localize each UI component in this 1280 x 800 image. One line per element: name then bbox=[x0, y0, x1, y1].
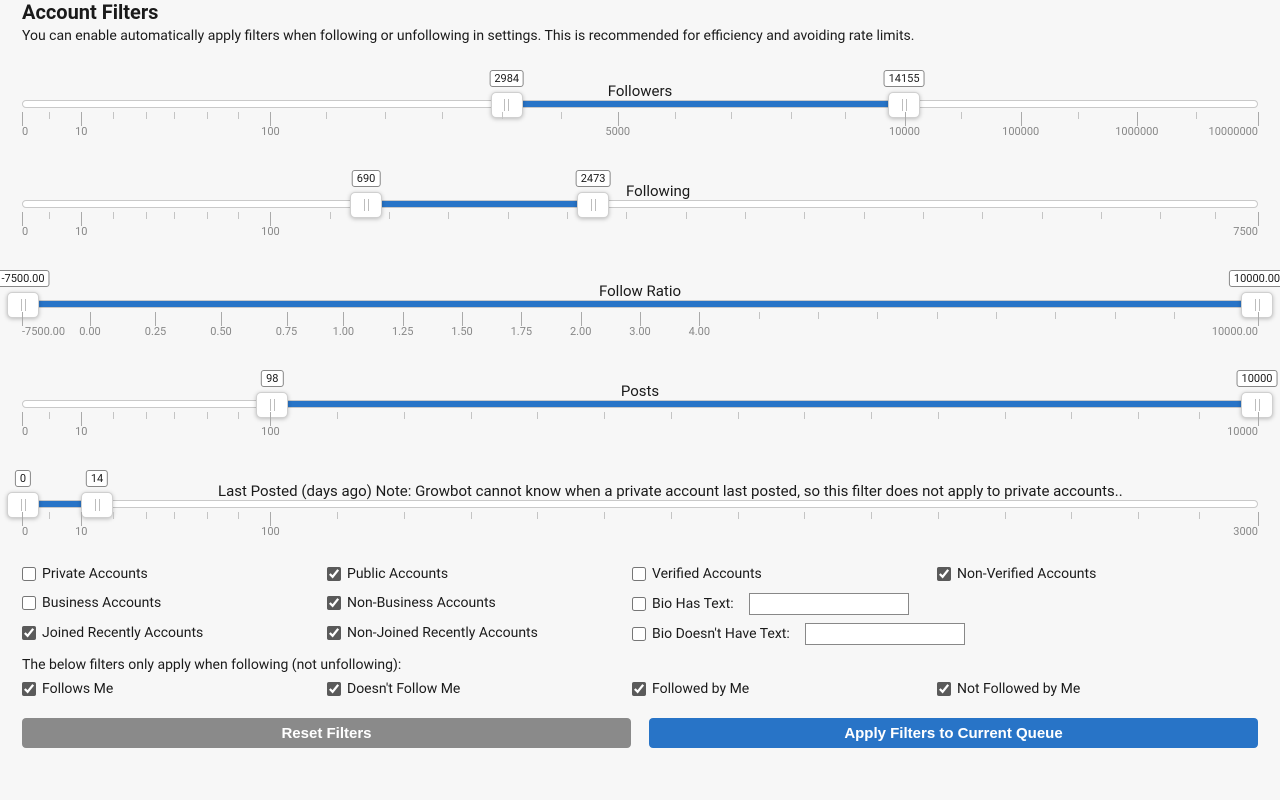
checkbox-followed-by-me-label: Followed by Me bbox=[652, 681, 749, 697]
slider-followRatio-label: Follow Ratio bbox=[599, 282, 681, 300]
checkbox-not-followed-by-me[interactable] bbox=[937, 682, 951, 696]
checkbox-non-business-label: Non-Business Accounts bbox=[347, 595, 496, 611]
slider-followRatio-ticks: -7500.000.000.250.500.751.001.251.501.75… bbox=[22, 312, 1258, 340]
slider-followers-value-low: 2984 bbox=[489, 70, 524, 87]
slider-followers-value-high: 14155 bbox=[884, 70, 925, 87]
slider-following-ticks: 0101007500 bbox=[22, 212, 1258, 240]
bio-lacks-input[interactable] bbox=[805, 623, 965, 645]
checkbox-grid: Private Accounts Public Accounts Verifie… bbox=[22, 562, 1258, 704]
slider-following-range bbox=[366, 201, 593, 207]
slider-followers: Followers2984141550101005000100001000001… bbox=[22, 62, 1258, 140]
checkbox-bio-has-label: Bio Has Text: bbox=[652, 596, 734, 612]
slider-posts-label: Posts bbox=[621, 382, 659, 400]
checkbox-business[interactable] bbox=[22, 596, 36, 610]
slider-followers-ticks: 010100500010000100000100000010000000 bbox=[22, 112, 1258, 140]
follow-note: The below filters only apply when follow… bbox=[22, 657, 1258, 673]
checkbox-verified[interactable] bbox=[632, 567, 646, 581]
checkbox-bio-lacks-label: Bio Doesn't Have Text: bbox=[652, 626, 790, 642]
checkbox-doesnt-follow-me[interactable] bbox=[327, 682, 341, 696]
page-description: You can enable automatically apply filte… bbox=[22, 28, 1258, 44]
slider-lastPosted-label: Last Posted (days ago) Note: Growbot can… bbox=[22, 482, 1123, 500]
checkbox-doesnt-follow-me-label: Doesn't Follow Me bbox=[347, 681, 460, 697]
checkbox-non-joined-recently[interactable] bbox=[327, 626, 341, 640]
checkbox-non-joined-recently-label: Non-Joined Recently Accounts bbox=[347, 625, 538, 641]
slider-posts-range bbox=[272, 401, 1257, 407]
apply-filters-button[interactable]: Apply Filters to Current Queue bbox=[649, 718, 1258, 748]
slider-followers-track[interactable]: 298414155 bbox=[22, 100, 1258, 108]
slider-followRatio-value-high: 10000.00 bbox=[1229, 270, 1280, 287]
checkbox-non-business[interactable] bbox=[327, 596, 341, 610]
slider-followRatio: Follow Ratio-7500.0010000.00 -7500.000.00… bbox=[22, 262, 1258, 340]
slider-followRatio-track[interactable]: -7500.0010000.00 bbox=[22, 300, 1258, 308]
checkbox-bio-has[interactable] bbox=[632, 597, 646, 611]
checkbox-joined-recently[interactable] bbox=[22, 626, 36, 640]
checkbox-bio-lacks[interactable] bbox=[632, 627, 646, 641]
slider-followers-label: Followers bbox=[608, 82, 673, 100]
slider-lastPosted-ticks: 0101003000 bbox=[22, 512, 1258, 540]
slider-lastPosted-value-low: 0 bbox=[15, 470, 31, 487]
slider-following-value-high: 2473 bbox=[576, 170, 611, 187]
slider-lastPosted-value-high: 14 bbox=[86, 470, 108, 487]
checkbox-private[interactable] bbox=[22, 567, 36, 581]
checkbox-public[interactable] bbox=[327, 567, 341, 581]
checkbox-not-followed-by-me-label: Not Followed by Me bbox=[957, 681, 1080, 697]
slider-posts-value-high: 10000 bbox=[1237, 370, 1278, 387]
checkbox-business-label: Business Accounts bbox=[42, 595, 161, 611]
slider-posts-track[interactable]: 9810000 bbox=[22, 400, 1258, 408]
checkbox-follows-me[interactable] bbox=[22, 682, 36, 696]
slider-followRatio-value-low: -7500.00 bbox=[0, 270, 50, 287]
slider-posts-ticks: 01010010000 bbox=[22, 412, 1258, 440]
slider-lastPosted-track[interactable]: 014 bbox=[22, 500, 1258, 508]
checkbox-non-verified[interactable] bbox=[937, 567, 951, 581]
checkbox-public-label: Public Accounts bbox=[347, 566, 448, 582]
checkbox-verified-label: Verified Accounts bbox=[652, 566, 762, 582]
checkbox-followed-by-me[interactable] bbox=[632, 682, 646, 696]
slider-following-value-low: 690 bbox=[352, 170, 381, 187]
page-title: Account Filters bbox=[22, 0, 1258, 24]
slider-following: Following69024730101007500 bbox=[22, 162, 1258, 240]
reset-filters-button[interactable]: Reset Filters bbox=[22, 718, 631, 748]
slider-followers-range bbox=[507, 101, 904, 107]
slider-posts-value-low: 98 bbox=[261, 370, 283, 387]
bio-has-input[interactable] bbox=[749, 593, 909, 615]
checkbox-follows-me-label: Follows Me bbox=[42, 681, 113, 697]
checkbox-non-verified-label: Non-Verified Accounts bbox=[957, 566, 1096, 582]
slider-lastPosted: Last Posted (days ago) Note: Growbot can… bbox=[22, 462, 1258, 540]
checkbox-private-label: Private Accounts bbox=[42, 566, 148, 582]
slider-posts: Posts9810000 01010010000 bbox=[22, 362, 1258, 440]
slider-following-track[interactable]: 6902473 bbox=[22, 200, 1258, 208]
checkbox-joined-recently-label: Joined Recently Accounts bbox=[42, 625, 203, 641]
slider-followRatio-range bbox=[23, 301, 1257, 307]
